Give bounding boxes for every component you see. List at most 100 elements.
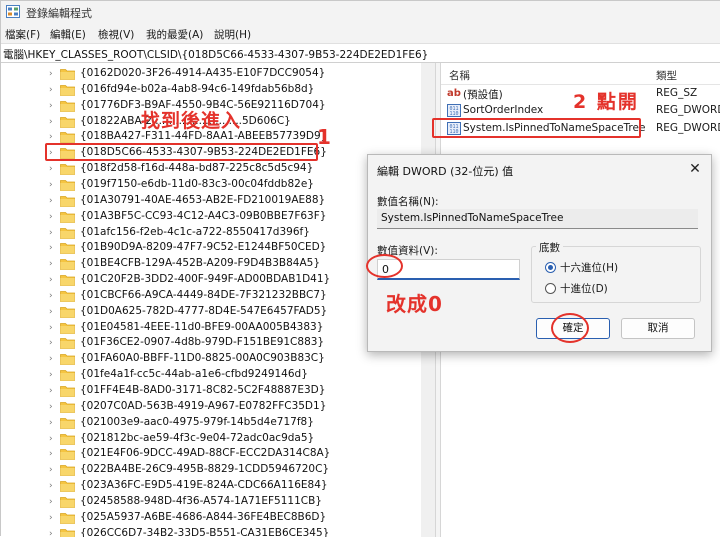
chevron-right-icon[interactable]: › [49,306,59,318]
folder-icon [60,84,75,96]
tree-item[interactable]: › {021812bc-ae59-4f3c-9e04-72adc0ac9da5} [1,431,421,447]
tree-item[interactable]: › {01BE4CFB-129A-452B-A209-F9D4B3B84A5} [1,256,421,272]
chevron-right-icon[interactable]: › [49,385,59,397]
radio-hex[interactable] [545,262,556,273]
registry-key-tree: › {0162D020-3F26-4914-A435-E10F7DCC9054} ›… [1,63,421,537]
tree-item-label: {01FF4E4B-8AD0-3171-8C82-5C2F48887E3D} [80,384,326,396]
tree-item[interactable]: › {01afc156-f2eb-4c1c-a722-8550417d396f} [1,225,421,241]
tree-item[interactable]: › {026CC6D7-34B2-33D5-B551-CA31EB6CE345} [1,526,421,537]
chevron-right-icon[interactable]: › [49,496,59,508]
tree-item[interactable]: › {02458588-948D-4f36-A574-1A71EF5111CB} [1,494,421,510]
tree-item[interactable]: › {01B90D9A-8209-47F7-9C52-E1244BF50CED} [1,240,421,256]
tree-item[interactable]: › {01E04581-4EEE-11d0-BFE9-00AA005B4383} [1,320,421,336]
tree-item[interactable]: › {0162D020-3F26-4914-A435-E10F7DCC9054} [1,66,421,82]
tree-item[interactable]: › {021E4F06-9DCC-49AD-88CF-ECC2DA314C8A} [1,446,421,462]
tree-item[interactable]: › {01fe4a1f-cc5c-44ab-a1e6-cfbd9249146d} [1,367,421,383]
folder-icon [60,417,75,429]
address-bar[interactable]: 電腦\HKEY_CLASSES_ROOT\CLSID\{018D5C66-453… [1,43,720,63]
tree-item[interactable]: › {01F36CE2-0907-4d8b-979D-F151BE91C883} [1,335,421,351]
tree-item[interactable]: › {01D0A625-782D-4777-8D4E-547E6457FAD5} [1,304,421,320]
column-name-header[interactable]: 名稱 [449,68,470,83]
value-row-ispinned[interactable]: 011 110 System.IsPinnedToNameSpaceTree R… [441,120,720,138]
radio-decimal-label[interactable]: 十進位(D) [560,281,608,296]
menu-edit[interactable]: 編輯(E) [50,27,86,42]
chevron-right-icon[interactable]: › [49,433,59,445]
tree-item[interactable]: › {021003e9-aac0-4975-979f-14b5d4e717f8} [1,415,421,431]
tree-item-label: {016fd94e-b02a-4ab8-94c6-149fdab56b8d} [80,82,315,95]
tree-item[interactable]: › {01CBCF66-A9CA-4449-84DE-7F321232BBC7} [1,288,421,304]
tree-item[interactable]: › {0207C0AD-563B-4919-A967-E0782FFC35D1} [1,399,421,415]
chevron-right-icon[interactable]: › [49,353,59,365]
chevron-right-icon[interactable]: › [49,227,59,239]
tree-item-label: {01A3BF5C-CC93-4C12-A4C3-09B0BBE7F63F} [80,209,327,222]
chevron-right-icon[interactable]: › [49,84,59,96]
close-icon[interactable]: ✕ [684,159,706,179]
chevron-right-icon[interactable]: › [49,448,59,460]
chevron-right-icon[interactable]: › [49,179,59,191]
folder-icon [60,275,75,286]
chevron-right-icon[interactable]: › [49,417,59,429]
tree-item-label: {021812bc-ae59-4f3c-9e04-72adc0ac9da5} [80,431,315,444]
tree-item[interactable]: › {018f2d58-f16d-448a-bd87-225c8c5d5c94} [1,161,421,177]
folder-icon [60,512,75,524]
tree-item[interactable]: › {023A36FC-E9D5-419E-824A-CDC66A116E84} [1,478,421,494]
chevron-right-icon[interactable]: › [49,512,59,524]
tree-item[interactable]: › {01A30791-40AE-4653-AB2E-FD210019AE88} [1,193,421,209]
radio-hex-label[interactable]: 十六進位(H) [560,260,618,275]
chevron-right-icon[interactable]: › [49,195,59,207]
radio-decimal[interactable] [545,283,556,294]
chevron-right-icon[interactable]: › [49,258,59,270]
ok-button[interactable]: 確定 [536,318,610,339]
folder-icon [60,433,75,445]
folder-icon [60,306,75,318]
tree-item[interactable]: › {01FF4E4B-8AD0-3171-8C82-5C2F48887E3D} [1,383,421,399]
tree-item[interactable]: › {022BA4BE-26C9-495B-8829-1CDD5946720C} [1,462,421,478]
chevron-right-icon[interactable]: › [49,131,59,143]
folder-icon [60,370,75,382]
tree-item-label: {01F36CE2-0907-4d8b-979D-F151BE91C883} [80,336,325,349]
chevron-right-icon[interactable]: › [49,401,59,413]
chevron-right-icon[interactable]: › [49,322,59,334]
tree-item-label: {026CC6D7-34B2-33D5-B551-CA31EB6CE345} [80,526,330,537]
registry-editor-window: 登錄編輯程式 檔案(F) 編輯(E) 檢視(V) 我的最愛(A) 說明(H) 電… [0,0,720,537]
folder-icon [60,401,75,413]
chevron-right-icon[interactable]: › [49,242,59,254]
menu-favorites[interactable]: 我的最愛(A) [146,27,203,42]
chevron-right-icon[interactable]: › [49,116,59,128]
chevron-right-icon[interactable]: › [49,290,59,302]
chevron-right-icon[interactable]: › [49,274,59,286]
tree-item-label: {018f2d58-f16d-448a-bd87-225c8c5d5c94} [80,162,314,175]
chevron-right-icon[interactable]: › [49,100,59,112]
value-data-input[interactable]: 0 [377,259,520,280]
chevron-right-icon[interactable]: › [49,163,59,175]
chevron-right-icon[interactable]: › [49,147,59,159]
annotation-step3-text: 改成0 [386,292,443,316]
regedit-app-icon [6,5,20,18]
menu-file[interactable]: 檔案(F) [5,27,40,42]
chevron-right-icon[interactable]: › [49,464,59,476]
tree-item-label: {021003e9-aac0-4975-979f-14b5d4e717f8} [80,415,314,428]
value-name: (預設值) [463,89,503,101]
chevron-right-icon[interactable]: › [49,211,59,223]
chevron-right-icon[interactable]: › [49,68,59,80]
menu-view[interactable]: 檢視(V) [98,27,134,42]
folder-icon [60,100,75,112]
tree-item[interactable]: › {01FA60A0-BBFF-11D0-8825-00A0C903B83C} [1,351,421,367]
folder-icon [60,259,75,271]
tree-item[interactable]: › {025A5937-A6BE-4686-A844-36FE4BEC8B6D} [1,510,421,526]
folder-icon [60,132,75,144]
tree-item-label: {022BA4BE-26C9-495B-8829-1CDD5946720C} [80,463,330,476]
chevron-right-icon[interactable]: › [49,369,59,381]
tree-item[interactable]: › {018D5C66-4533-4307-9B53-224DE2ED1FE6} [1,145,421,161]
menu-bar: 檔案(F) 編輯(E) 檢視(V) 我的最愛(A) 說明(H) [1,23,720,43]
chevron-right-icon[interactable]: › [49,337,59,349]
tree-item[interactable]: › {019f7150-e6db-11d0-83c3-00c04fddb82e} [1,177,421,193]
column-type-header[interactable]: 類型 [656,68,677,83]
menu-help[interactable]: 說明(H) [214,27,251,42]
tree-item[interactable]: › {01A3BF5C-CC93-4C12-A4C3-09B0BBE7F63F} [1,209,421,225]
tree-item[interactable]: › {01C20F2B-3DD2-400F-949F-AD00BDAB1D41} [1,272,421,288]
cancel-button[interactable]: 取消 [621,318,695,339]
folder-icon [60,338,75,350]
tree-item[interactable]: › {016fd94e-b02a-4ab8-94c6-149fdab56b8d} [1,82,421,98]
chevron-right-icon[interactable]: › [49,480,59,492]
